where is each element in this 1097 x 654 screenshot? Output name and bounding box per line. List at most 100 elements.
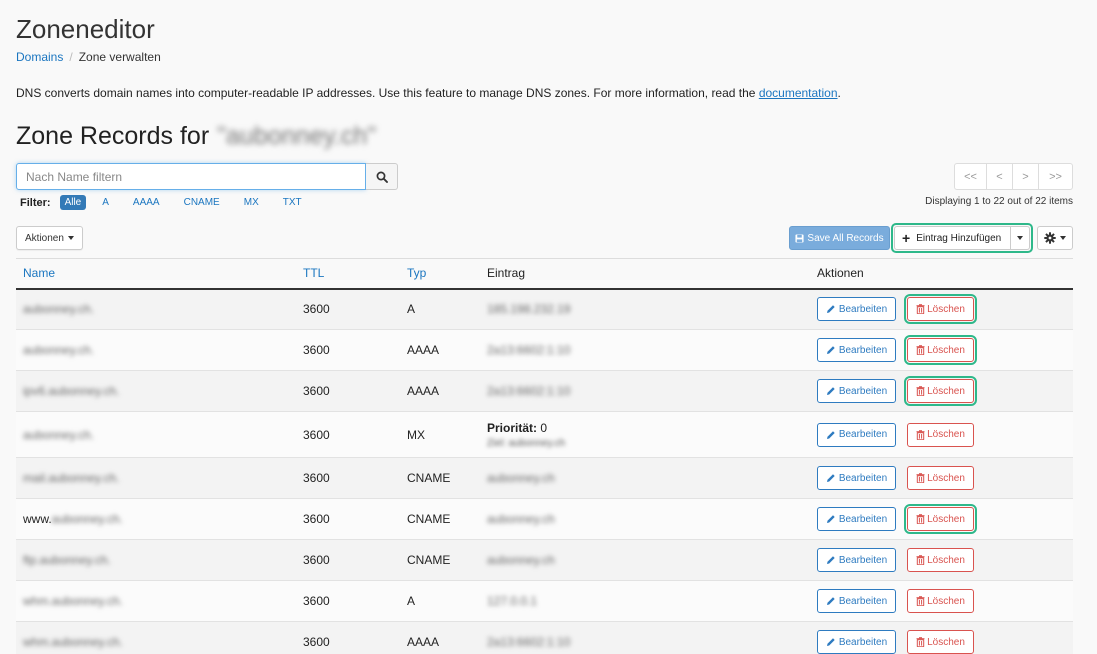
gear-icon bbox=[1044, 232, 1056, 244]
record-ttl: 3600 bbox=[296, 457, 400, 499]
edit-label: Bearbeiten bbox=[838, 344, 888, 356]
delete-record-button[interactable]: Löschen bbox=[907, 630, 974, 654]
filter-mx[interactable]: MX bbox=[239, 195, 264, 210]
edit-label: Bearbeiten bbox=[838, 303, 888, 315]
filter-all[interactable]: Alle bbox=[59, 195, 87, 210]
edit-label: Bearbeiten bbox=[838, 472, 888, 484]
record-entry: aubonney.ch bbox=[487, 471, 555, 485]
record-type: AAAA bbox=[400, 370, 480, 412]
column-header-name[interactable]: Name bbox=[16, 258, 296, 290]
pager-next-button[interactable]: > bbox=[1013, 163, 1039, 190]
table-row: www.aubonney.ch. 3600 CNAME aubonney.ch Bear… bbox=[16, 498, 1073, 540]
delete-label: Löschen bbox=[927, 344, 965, 356]
bulk-actions-button[interactable]: Aktionen bbox=[16, 226, 83, 250]
settings-menu-button[interactable] bbox=[1037, 226, 1073, 250]
delete-record-button[interactable]: Löschen bbox=[907, 466, 974, 490]
table-row: aubonney.ch. 3600 AAAA 2a13:6602:1:10 Bearbe… bbox=[16, 329, 1073, 371]
mx-priority-value: 0 bbox=[540, 420, 548, 435]
record-name-prefix: www. bbox=[23, 512, 52, 526]
record-entry: aubonney.ch bbox=[487, 512, 555, 526]
chevron-down-icon bbox=[1060, 236, 1066, 240]
delete-record-button[interactable]: Löschen bbox=[907, 548, 974, 572]
save-icon bbox=[795, 233, 804, 243]
record-actions-cell: Bearbeiten Löschen bbox=[810, 457, 1073, 499]
edit-record-button[interactable]: Bearbeiten bbox=[817, 630, 896, 654]
delete-label: Löschen bbox=[927, 636, 965, 648]
pager-last-button[interactable]: >> bbox=[1039, 163, 1073, 190]
edit-record-button[interactable]: Bearbeiten bbox=[817, 297, 896, 322]
record-entry-cell: 2a13:6602:1:10 bbox=[480, 370, 810, 412]
edit-record-button[interactable]: Bearbeiten bbox=[817, 589, 896, 613]
table-row: ftp.aubonney.ch. 3600 CNAME aubonney.ch Bear… bbox=[16, 539, 1073, 581]
pager-first-button[interactable]: << bbox=[954, 163, 987, 190]
record-entry-cell: aubonney.ch bbox=[480, 457, 810, 499]
edit-record-button[interactable]: Bearbeiten bbox=[817, 548, 896, 572]
delete-record-button[interactable]: Löschen bbox=[904, 504, 977, 534]
chevron-down-icon bbox=[67, 236, 74, 240]
pencil-icon bbox=[826, 515, 835, 523]
table-row: aubonney.ch. 3600 MX Priorität: 0 Ziel: aubo… bbox=[16, 411, 1073, 458]
pencil-icon bbox=[826, 638, 835, 647]
breadcrumb: Domains / Zone verwalten bbox=[16, 50, 161, 64]
zone-records-table: Name TTL Typ Eintrag Aktionen aubonney.c… bbox=[16, 258, 1073, 654]
record-type: A bbox=[400, 580, 480, 622]
page-title: Zoneneditor bbox=[16, 14, 155, 44]
table-row: whm.aubonney.ch. 3600 AAAA 2a13:6602:1:10 Be… bbox=[16, 621, 1073, 654]
record-entry: 185.198.232.19 bbox=[487, 302, 571, 317]
record-actions-cell: Bearbeiten Löschen bbox=[810, 329, 1073, 371]
delete-record-button[interactable]: Löschen bbox=[904, 335, 977, 365]
trash-icon bbox=[916, 555, 925, 565]
search-input[interactable] bbox=[16, 163, 366, 190]
filter-txt[interactable]: TXT bbox=[278, 195, 307, 210]
mx-priority: Priorität: 0 bbox=[487, 421, 803, 435]
delete-label: Löschen bbox=[927, 429, 965, 440]
record-name: mail.aubonney.ch. bbox=[23, 471, 120, 485]
delete-record-button[interactable]: Löschen bbox=[907, 422, 974, 447]
edit-label: Bearbeiten bbox=[838, 595, 888, 607]
filter-a[interactable]: A bbox=[97, 195, 114, 210]
record-name-cell: aubonney.ch. bbox=[16, 411, 296, 458]
column-header-ttl[interactable]: TTL bbox=[296, 258, 400, 290]
edit-record-button[interactable]: Bearbeiten bbox=[817, 507, 896, 531]
record-type: AAAA bbox=[400, 329, 480, 371]
edit-record-button[interactable]: Bearbeiten bbox=[817, 338, 896, 362]
delete-record-button[interactable]: Löschen bbox=[904, 294, 977, 325]
trash-icon bbox=[916, 473, 925, 483]
breadcrumb-domains-link[interactable]: Domains bbox=[16, 50, 63, 64]
documentation-link[interactable]: documentation bbox=[759, 86, 838, 100]
trash-icon bbox=[916, 637, 925, 648]
record-entry-cell: Priorität: 0 Ziel: aubonney.ch bbox=[480, 411, 810, 458]
add-entry-dropdown-toggle[interactable] bbox=[1011, 226, 1030, 250]
record-name-cell: mail.aubonney.ch. bbox=[16, 457, 296, 499]
edit-record-button[interactable]: Bearbeiten bbox=[817, 422, 896, 447]
pencil-icon bbox=[826, 305, 835, 314]
filter-aaaa[interactable]: AAAA bbox=[128, 195, 165, 210]
edit-label: Bearbeiten bbox=[838, 385, 888, 397]
toolbar-right: Save All Records + Eintrag Hinzufügen bbox=[789, 223, 1073, 253]
record-ttl: 3600 bbox=[296, 621, 400, 654]
record-actions-cell: Bearbeiten Löschen bbox=[810, 621, 1073, 654]
add-entry-button[interactable]: + Eintrag Hinzufügen bbox=[894, 226, 1011, 250]
record-entry: 2a13:6602:1:10 bbox=[487, 343, 571, 357]
table-row: aubonney.ch. 3600 A 185.198.232.19 Bearbeite… bbox=[16, 288, 1073, 330]
record-actions-cell: Bearbeiten Löschen bbox=[810, 539, 1073, 581]
edit-record-button[interactable]: Bearbeiten bbox=[817, 379, 896, 403]
record-name: aubonney.ch. bbox=[51, 512, 123, 526]
delete-record-button[interactable]: Löschen bbox=[904, 376, 977, 406]
chevron-down-icon bbox=[1017, 236, 1023, 240]
toolbar-left: Aktionen bbox=[16, 226, 83, 250]
breadcrumb-current: Zone verwalten bbox=[78, 50, 161, 64]
record-name: aubonney.ch. bbox=[23, 343, 95, 357]
column-header-type[interactable]: Typ bbox=[400, 258, 480, 290]
delete-record-button[interactable]: Löschen bbox=[907, 589, 974, 613]
search-button[interactable] bbox=[366, 163, 398, 190]
save-all-records-button[interactable]: Save All Records bbox=[789, 226, 890, 250]
trash-icon bbox=[916, 514, 925, 524]
filter-cname[interactable]: CNAME bbox=[179, 195, 225, 210]
record-entry: aubonney.ch bbox=[487, 553, 555, 567]
record-ttl: 3600 bbox=[296, 539, 400, 581]
record-ttl: 3600 bbox=[296, 411, 400, 458]
pager-prev-button[interactable]: < bbox=[987, 163, 1013, 190]
edit-record-button[interactable]: Bearbeiten bbox=[817, 466, 896, 490]
record-actions-cell: Bearbeiten Löschen bbox=[810, 498, 1073, 540]
